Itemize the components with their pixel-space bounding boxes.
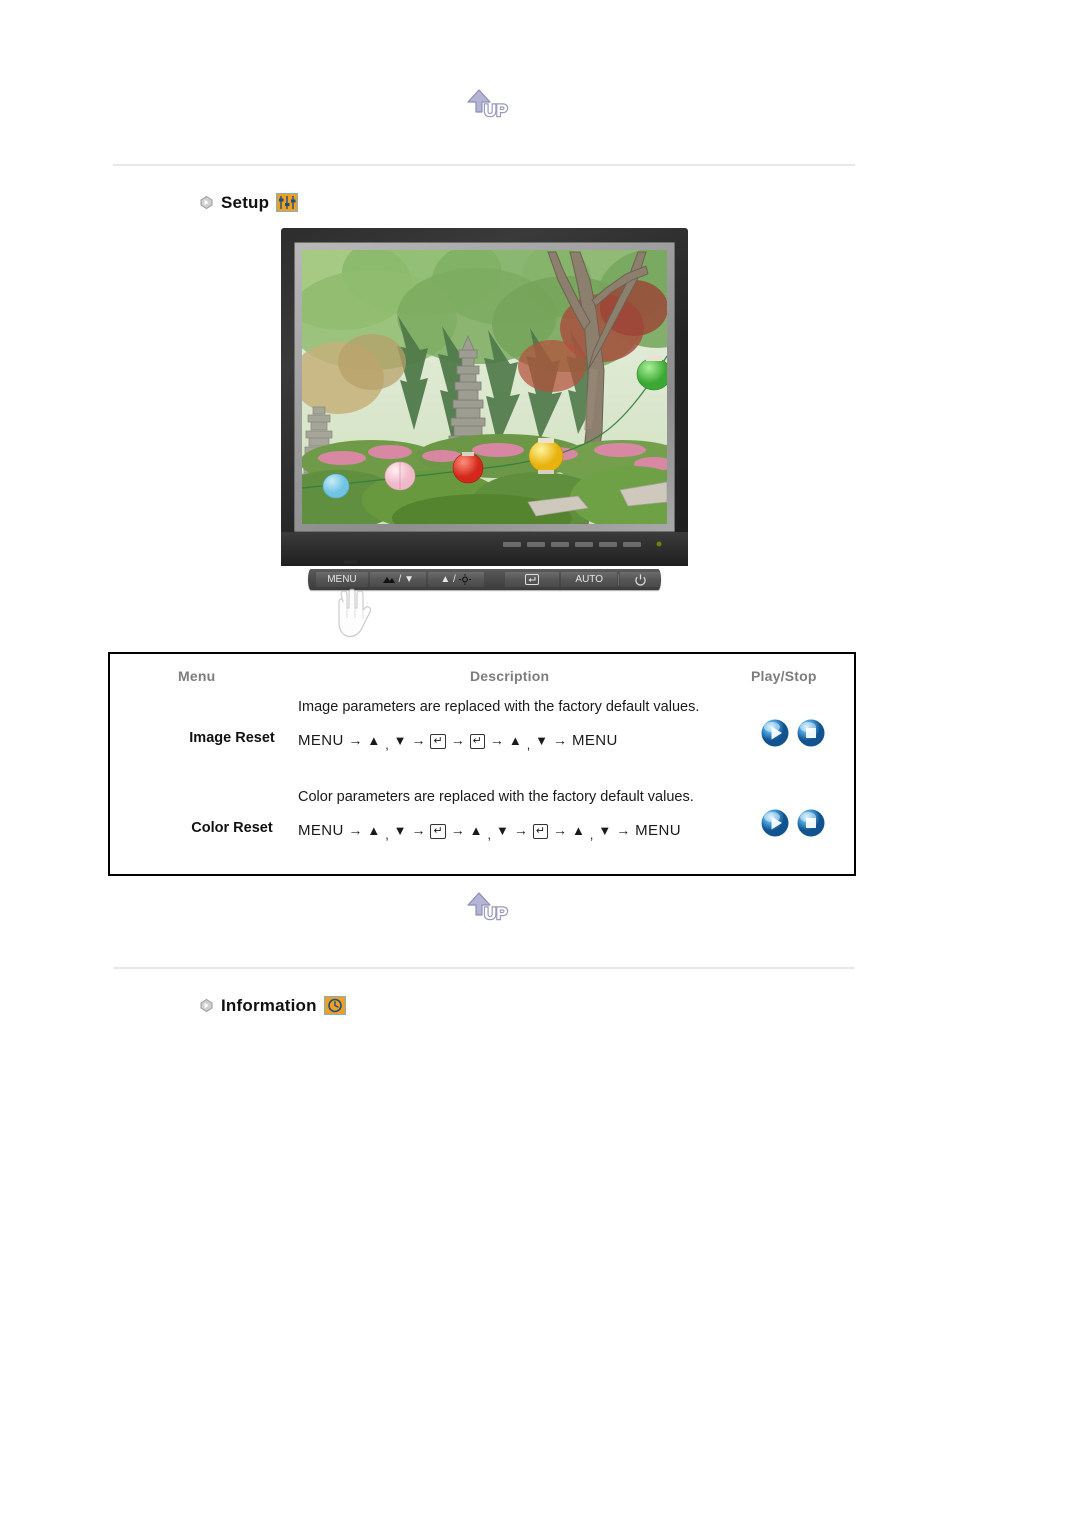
- lantern-blue: [322, 473, 350, 499]
- up-button-label: UP: [484, 101, 508, 120]
- brightness-down-icon: [382, 576, 395, 583]
- column-header-play-stop: Play/Stop: [751, 668, 817, 684]
- diamond-bullet-icon: [200, 195, 213, 210]
- button-bar-gap: [486, 572, 504, 587]
- sliders-icon: [276, 193, 299, 212]
- play-button[interactable]: [760, 718, 790, 748]
- row-menu-label: Image Reset: [189, 730, 275, 746]
- clock-icon: [323, 996, 346, 1015]
- lcd-monitor-illustration: ══ MENU / ▼ ▲ / AUTO: [281, 228, 688, 638]
- monitor-button-power[interactable]: [620, 572, 660, 587]
- up-arrow-icon: UP: [467, 89, 509, 121]
- up-arrow-icon: UP: [467, 892, 509, 924]
- row-play-stop-controls: [760, 808, 826, 838]
- screen-photo-garden: [302, 250, 667, 524]
- bar-vents-icon: ══: [344, 557, 357, 568]
- stop-button[interactable]: [796, 718, 826, 748]
- column-header-description: Description: [470, 668, 550, 684]
- up-button-label: UP: [484, 904, 508, 923]
- diamond-bullet-icon: [200, 998, 213, 1013]
- play-button[interactable]: [760, 808, 790, 838]
- enter-key-icon: [525, 574, 540, 585]
- row-key-sequence: MENU → ▲ , ▼ → ↵ → ↵ → ▲ , ▼ → MENU: [298, 731, 618, 752]
- monitor-outer-bezel: [281, 228, 688, 566]
- row-key-sequence: MENU → ▲ , ▼ → ↵ → ▲ , ▼ → ↵ → ▲ , ▼ → M…: [298, 821, 681, 842]
- divider-bottom: [113, 967, 855, 969]
- row-description-text: Image parameters are replaced with the f…: [298, 699, 700, 715]
- monitor-button-up[interactable]: ▲ /: [427, 572, 484, 587]
- lantern-pink: [384, 461, 416, 491]
- monitor-inner-bezel: [294, 242, 675, 532]
- section-title-setup: Setup: [221, 193, 270, 212]
- table-header-row: Menu Description Play/Stop: [110, 664, 854, 692]
- button-separator: [618, 573, 620, 586]
- row-description: Color parameters are replaced with the f…: [298, 788, 738, 843]
- monitor-screen: [302, 250, 667, 524]
- row-play-stop-controls: [760, 718, 826, 748]
- section-heading-setup: Setup: [199, 193, 299, 212]
- setup-options-table: Menu Description Play/Stop Image Reset I…: [108, 652, 856, 876]
- monitor-button-down[interactable]: / ▼: [369, 572, 426, 587]
- power-icon: [634, 574, 646, 586]
- column-header-menu: Menu: [178, 668, 216, 684]
- row-description-text: Color parameters are replaced with the f…: [298, 789, 694, 805]
- pointing-hand-illustration: [338, 588, 372, 638]
- table-row: Color Reset Color parameters are replace…: [110, 788, 854, 872]
- monitor-button-menu[interactable]: MENU: [316, 572, 368, 587]
- monitor-button-auto[interactable]: AUTO: [561, 572, 618, 587]
- section-heading-information: Information: [199, 996, 346, 1015]
- row-description: Image parameters are replaced with the f…: [298, 698, 738, 753]
- brightness-up-icon: [458, 574, 471, 585]
- up-button-bottom[interactable]: UP: [458, 889, 522, 933]
- up-button-top[interactable]: UP: [458, 86, 522, 130]
- row-menu-label: Color Reset: [191, 820, 273, 836]
- monitor-button-enter[interactable]: [505, 572, 560, 587]
- stop-button[interactable]: [796, 808, 826, 838]
- divider-top: [113, 164, 855, 166]
- chin-indicator-marks: [503, 541, 662, 547]
- section-title-information: Information: [221, 996, 317, 1015]
- table-row: Image Reset Image parameters are replace…: [110, 698, 854, 782]
